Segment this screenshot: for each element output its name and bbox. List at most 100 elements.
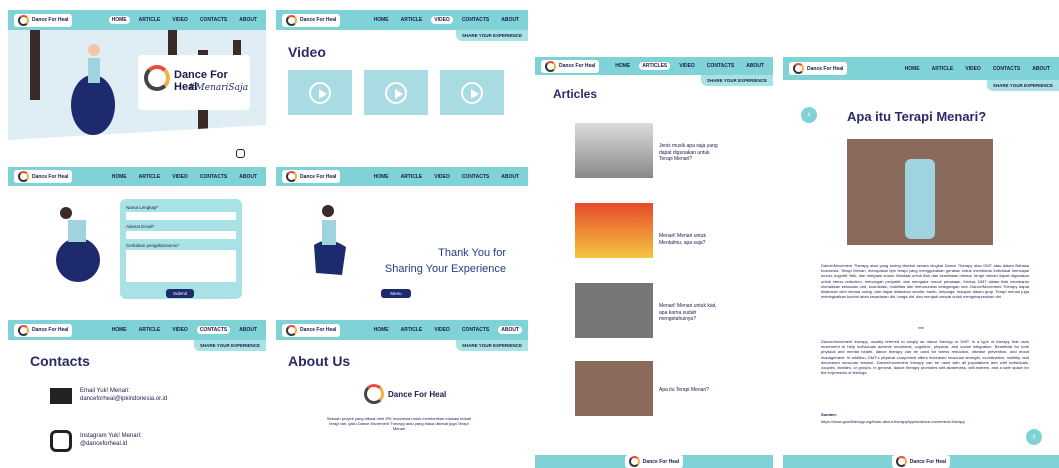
logo[interactable]: Dance For Heal bbox=[14, 13, 73, 27]
nav-about[interactable]: ABOUT bbox=[236, 173, 260, 181]
instagram-icon[interactable] bbox=[50, 430, 72, 452]
video-thumbnail[interactable] bbox=[440, 70, 504, 115]
article-title[interactable]: Menari! Menari untuk Mentalmu, apa saja? bbox=[659, 233, 719, 246]
logo-icon bbox=[895, 456, 907, 467]
mail-icon[interactable] bbox=[50, 388, 72, 404]
forward-icon[interactable]: › bbox=[1026, 429, 1042, 445]
article-title[interactable]: Jenis musik apa saja yang dapat digunaka… bbox=[659, 143, 719, 163]
logo-icon bbox=[18, 171, 29, 182]
nav-contacts[interactable]: CONTACTS bbox=[459, 16, 492, 24]
nav-contacts[interactable]: CONTACTS bbox=[990, 65, 1023, 73]
back-icon[interactable]: ‹ bbox=[801, 107, 817, 123]
logo-icon bbox=[18, 324, 29, 336]
logo-text: Dance For Heal bbox=[559, 63, 596, 69]
nav-video[interactable]: VIDEO bbox=[962, 65, 984, 73]
nav-article[interactable]: ARTICLE bbox=[136, 326, 164, 334]
form-card: Nama Lengkap* Alamat Email* Ceritakan pe… bbox=[120, 199, 242, 299]
logo[interactable]: Dance For Heal bbox=[541, 59, 600, 73]
share-button[interactable]: SHARE YOUR EXPERIENCE bbox=[455, 340, 528, 351]
share-button[interactable]: SHARE YOUR EXPERIENCE bbox=[455, 30, 528, 41]
nav-video[interactable]: VIDEO bbox=[169, 16, 191, 24]
footer-bar: Dance For Heal bbox=[535, 455, 773, 468]
nav-article[interactable]: ARTICLE bbox=[398, 326, 426, 334]
article-thumb[interactable] bbox=[575, 123, 653, 178]
story-textarea[interactable] bbox=[126, 249, 236, 282]
share-button[interactable]: SHARE YOUR EXPERIENCE bbox=[986, 80, 1059, 91]
nav-article[interactable]: ARTICLE bbox=[929, 65, 957, 73]
nav-about[interactable]: ABOUT bbox=[236, 16, 260, 24]
logo[interactable]: Dance For Heal bbox=[14, 323, 73, 337]
nav-home[interactable]: HOME bbox=[109, 173, 130, 181]
nav-video[interactable]: VIDEO bbox=[431, 16, 453, 24]
nav-contacts[interactable]: CONTACTS bbox=[197, 173, 230, 181]
about-text: Sebuah proyek yang dibuat oleh IPK Indon… bbox=[326, 416, 472, 432]
nav-about[interactable]: ABOUT bbox=[236, 326, 260, 334]
video-thumbnail[interactable] bbox=[364, 70, 428, 115]
instagram-icon[interactable] bbox=[236, 149, 245, 158]
logo-icon bbox=[793, 63, 804, 74]
share-button[interactable]: SHARE YOUR EXPERIENCE bbox=[700, 75, 773, 86]
nav-menu: HOME ARTICLE VIDEO CONTACTS ABOUT bbox=[371, 16, 522, 24]
nav-contacts[interactable]: CONTACTS bbox=[459, 326, 492, 334]
email-input[interactable] bbox=[126, 230, 236, 239]
name-input[interactable] bbox=[126, 211, 236, 220]
logo[interactable]: Dance For Heal bbox=[282, 13, 341, 27]
nav-contacts[interactable]: CONTACTS bbox=[196, 326, 231, 334]
nav-menu: HOME ARTICLE VIDEO CONTACTS ABOUT bbox=[371, 173, 522, 181]
logo-icon bbox=[286, 171, 297, 182]
play-icon[interactable] bbox=[385, 81, 407, 104]
nav-video[interactable]: VIDEO bbox=[431, 326, 453, 334]
navbar: Dance For Heal HOME ARTICLE VIDEO CONTAC… bbox=[276, 167, 528, 186]
nav-contacts[interactable]: CONTACTS bbox=[197, 16, 230, 24]
nav-article[interactable]: ARTICLE bbox=[398, 173, 426, 181]
nav-about[interactable]: ABOUT bbox=[498, 16, 522, 24]
form-panel: Dance For Heal HOME ARTICLE VIDEO CONTAC… bbox=[8, 167, 266, 317]
contacts-panel: Dance For Heal HOME ARTICLE VIDEO CONTAC… bbox=[8, 320, 266, 468]
nav-articles[interactable]: ARTICLES bbox=[639, 62, 671, 70]
source-link[interactable]: https://www.goodtherapy.org/learn-about-… bbox=[821, 419, 965, 424]
nav-video[interactable]: VIDEO bbox=[169, 173, 191, 181]
nav-home[interactable]: HOME bbox=[902, 65, 923, 73]
nav-video[interactable]: VIDEO bbox=[431, 173, 453, 181]
play-icon[interactable] bbox=[309, 81, 331, 104]
ig-value[interactable]: @danceforheal.id bbox=[80, 441, 127, 449]
logo[interactable]: Dance For Heal bbox=[282, 323, 341, 337]
nav-contacts[interactable]: CONTACTS bbox=[704, 62, 737, 70]
article-thumb[interactable] bbox=[575, 283, 653, 338]
article-title[interactable]: Apa itu Terapi Menari? bbox=[659, 387, 719, 394]
logo-text: Dance For Heal bbox=[300, 17, 337, 23]
nav-home[interactable]: HOME bbox=[371, 16, 392, 24]
logo-text: Dance For Heal bbox=[32, 327, 69, 333]
logo[interactable]: Dance For Heal bbox=[282, 170, 341, 183]
nav-contacts[interactable]: CONTACTS bbox=[459, 173, 492, 181]
navbar: Dance For Heal HOME ARTICLE VIDEO CONTAC… bbox=[276, 320, 528, 340]
nav-about[interactable]: ABOUT bbox=[743, 62, 767, 70]
menu-button[interactable]: Menu bbox=[381, 289, 411, 298]
submit-button[interactable]: Submit bbox=[166, 289, 194, 298]
nav-home[interactable]: HOME bbox=[109, 326, 130, 334]
nav-home[interactable]: HOME bbox=[612, 62, 633, 70]
nav-about[interactable]: ABOUT bbox=[498, 173, 522, 181]
article-thumb[interactable] bbox=[575, 203, 653, 258]
nav-article[interactable]: ARTICLE bbox=[136, 16, 164, 24]
nav-video[interactable]: VIDEO bbox=[676, 62, 698, 70]
logo[interactable]: Dance For Heal bbox=[789, 62, 848, 75]
nav-home[interactable]: HOME bbox=[371, 326, 392, 334]
ig-label: Instagram Yuk! Menari: bbox=[80, 433, 142, 439]
nav-article[interactable]: ARTICLE bbox=[136, 173, 164, 181]
video-thumbnail[interactable] bbox=[288, 70, 352, 115]
nav-article[interactable]: ARTICLE bbox=[398, 16, 426, 24]
email-label: Email Yuk! Menari: bbox=[80, 388, 130, 394]
email-value[interactable]: danceforheal@ipkindonesia.or.id bbox=[80, 396, 167, 404]
nav-video[interactable]: VIDEO bbox=[169, 326, 191, 334]
nav-home[interactable]: HOME bbox=[108, 16, 130, 24]
nav-home[interactable]: HOME bbox=[371, 173, 392, 181]
share-button[interactable]: SHARE YOUR EXPERIENCE bbox=[193, 340, 266, 351]
logo[interactable]: Dance For Heal bbox=[14, 170, 73, 183]
article-title[interactable]: Menari! Menari untuk kiat, apa karna sud… bbox=[659, 303, 719, 323]
thanks-line-1: Thank You for bbox=[438, 247, 506, 259]
nav-about[interactable]: ABOUT bbox=[498, 326, 522, 334]
play-icon[interactable] bbox=[461, 81, 483, 104]
nav-about[interactable]: ABOUT bbox=[1029, 65, 1053, 73]
article-thumb[interactable] bbox=[575, 361, 653, 416]
